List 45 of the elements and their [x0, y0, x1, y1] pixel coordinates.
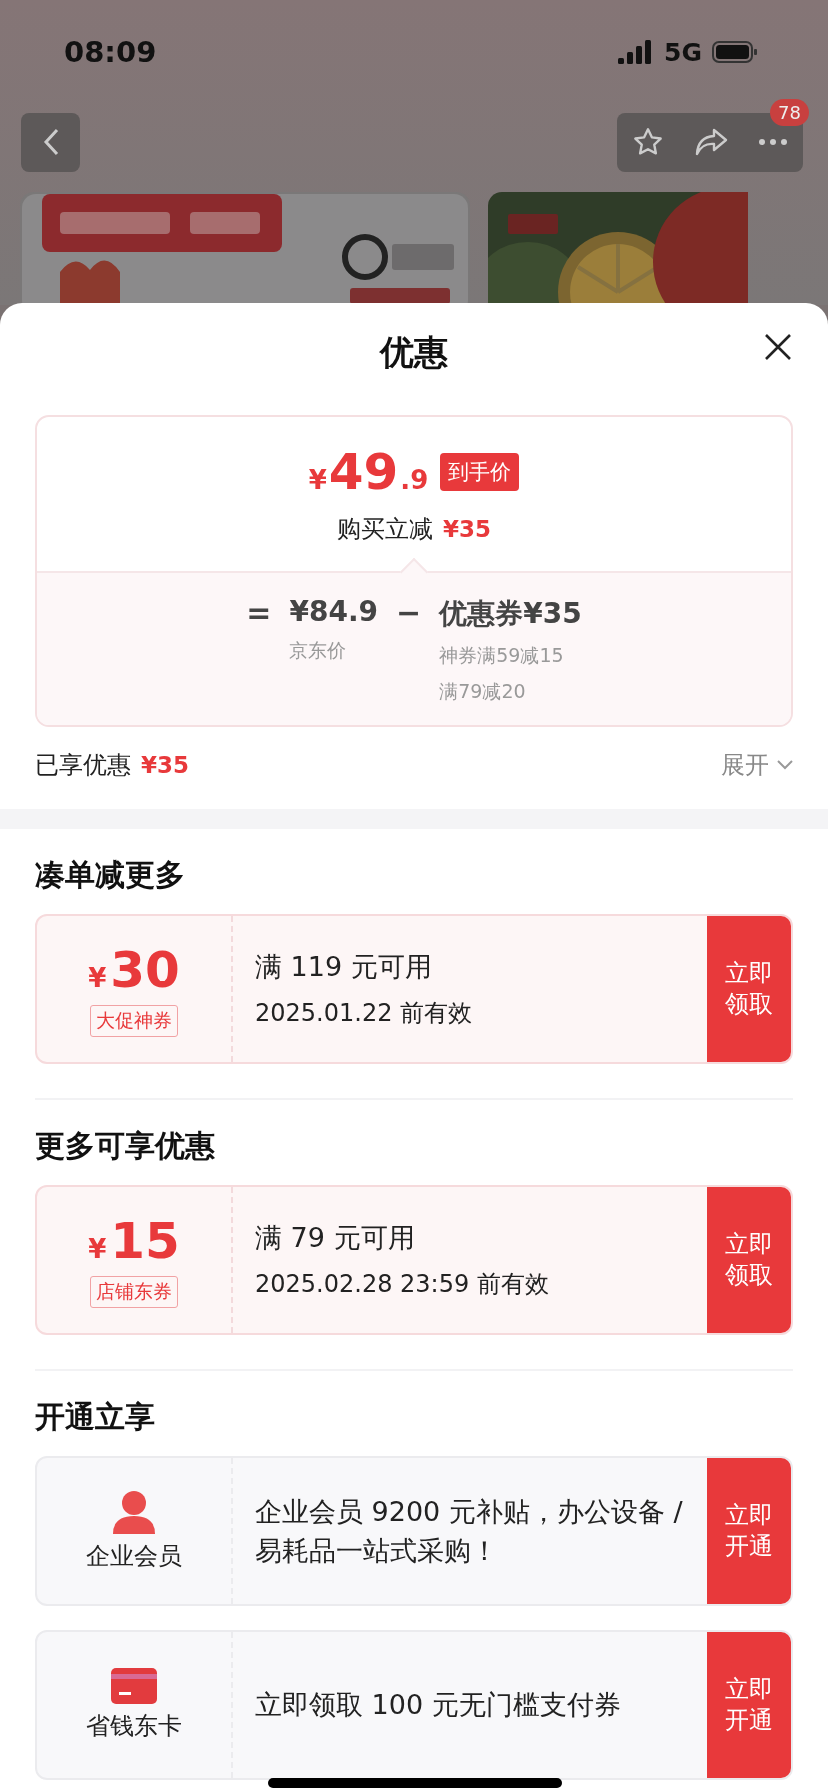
offer-text: 立即领取 100 元无门槛支付券: [255, 1688, 622, 1723]
back-button[interactable]: [21, 112, 80, 172]
member-name: 企业会员: [86, 1541, 182, 1572]
more-icon[interactable]: [758, 138, 788, 146]
close-icon[interactable]: [764, 333, 792, 361]
enjoyed-label: 已享优惠: [35, 750, 131, 781]
section-title: 更多可享优惠: [35, 1127, 216, 1165]
card-name: 省钱东卡: [86, 1711, 182, 1742]
enjoyed-amount: ¥35: [141, 752, 189, 778]
coupon-detail: 神券满59减15: [439, 643, 565, 668]
chevron-left-icon: [42, 128, 59, 156]
coupon-amount: ¥30: [88, 941, 180, 999]
card-icon: [111, 1668, 157, 1704]
coupon-tag: 店铺东券: [90, 1276, 178, 1308]
cut-label: 购买立减: [337, 514, 433, 545]
offer-text: 企业会员 9200 元补贴，办公设备 / 易耗品一站式采购！: [255, 1494, 684, 1568]
claim-button[interactable]: 立即开通: [707, 1458, 791, 1604]
notification-badge: 78: [770, 98, 809, 126]
share-icon[interactable]: [694, 127, 728, 157]
network-label: 5G: [664, 37, 702, 67]
status-time: 08:09: [64, 35, 157, 69]
base-price: ¥84.9: [289, 595, 379, 628]
sheet-title: 优惠: [380, 331, 448, 374]
minus-sign: −: [396, 595, 422, 632]
cut-amount: ¥35: [443, 516, 491, 542]
claim-button[interactable]: 立即领取: [707, 916, 791, 1062]
final-price: ¥49.9 到手价: [308, 443, 520, 501]
equals-sign: =: [246, 595, 272, 632]
section-title: 开通立享: [35, 1398, 156, 1436]
coupon-total: 优惠券¥35: [439, 596, 582, 632]
coupon-validity: 2025.02.28 23:59 前有效: [255, 1269, 550, 1300]
coupon-tag: 大促神券: [90, 1005, 178, 1037]
battery-icon: [712, 40, 758, 64]
coupon-condition: 满 79 元可用: [255, 1221, 416, 1255]
expand-button[interactable]: 展开: [721, 749, 793, 781]
coupon-condition: 满 119 元可用: [255, 950, 433, 984]
coupon-detail: 满79减20: [439, 679, 527, 704]
claim-button[interactable]: 立即开通: [707, 1632, 791, 1778]
claim-button[interactable]: 立即领取: [707, 1187, 791, 1333]
coupon-amount: ¥15: [88, 1212, 180, 1270]
base-price-label: 京东价: [289, 638, 348, 663]
section-title: 凑单减更多: [35, 856, 186, 894]
coupon-validity: 2025.01.22 前有效: [255, 998, 474, 1029]
chevron-down-icon: [777, 760, 793, 770]
person-icon: [111, 1490, 157, 1534]
